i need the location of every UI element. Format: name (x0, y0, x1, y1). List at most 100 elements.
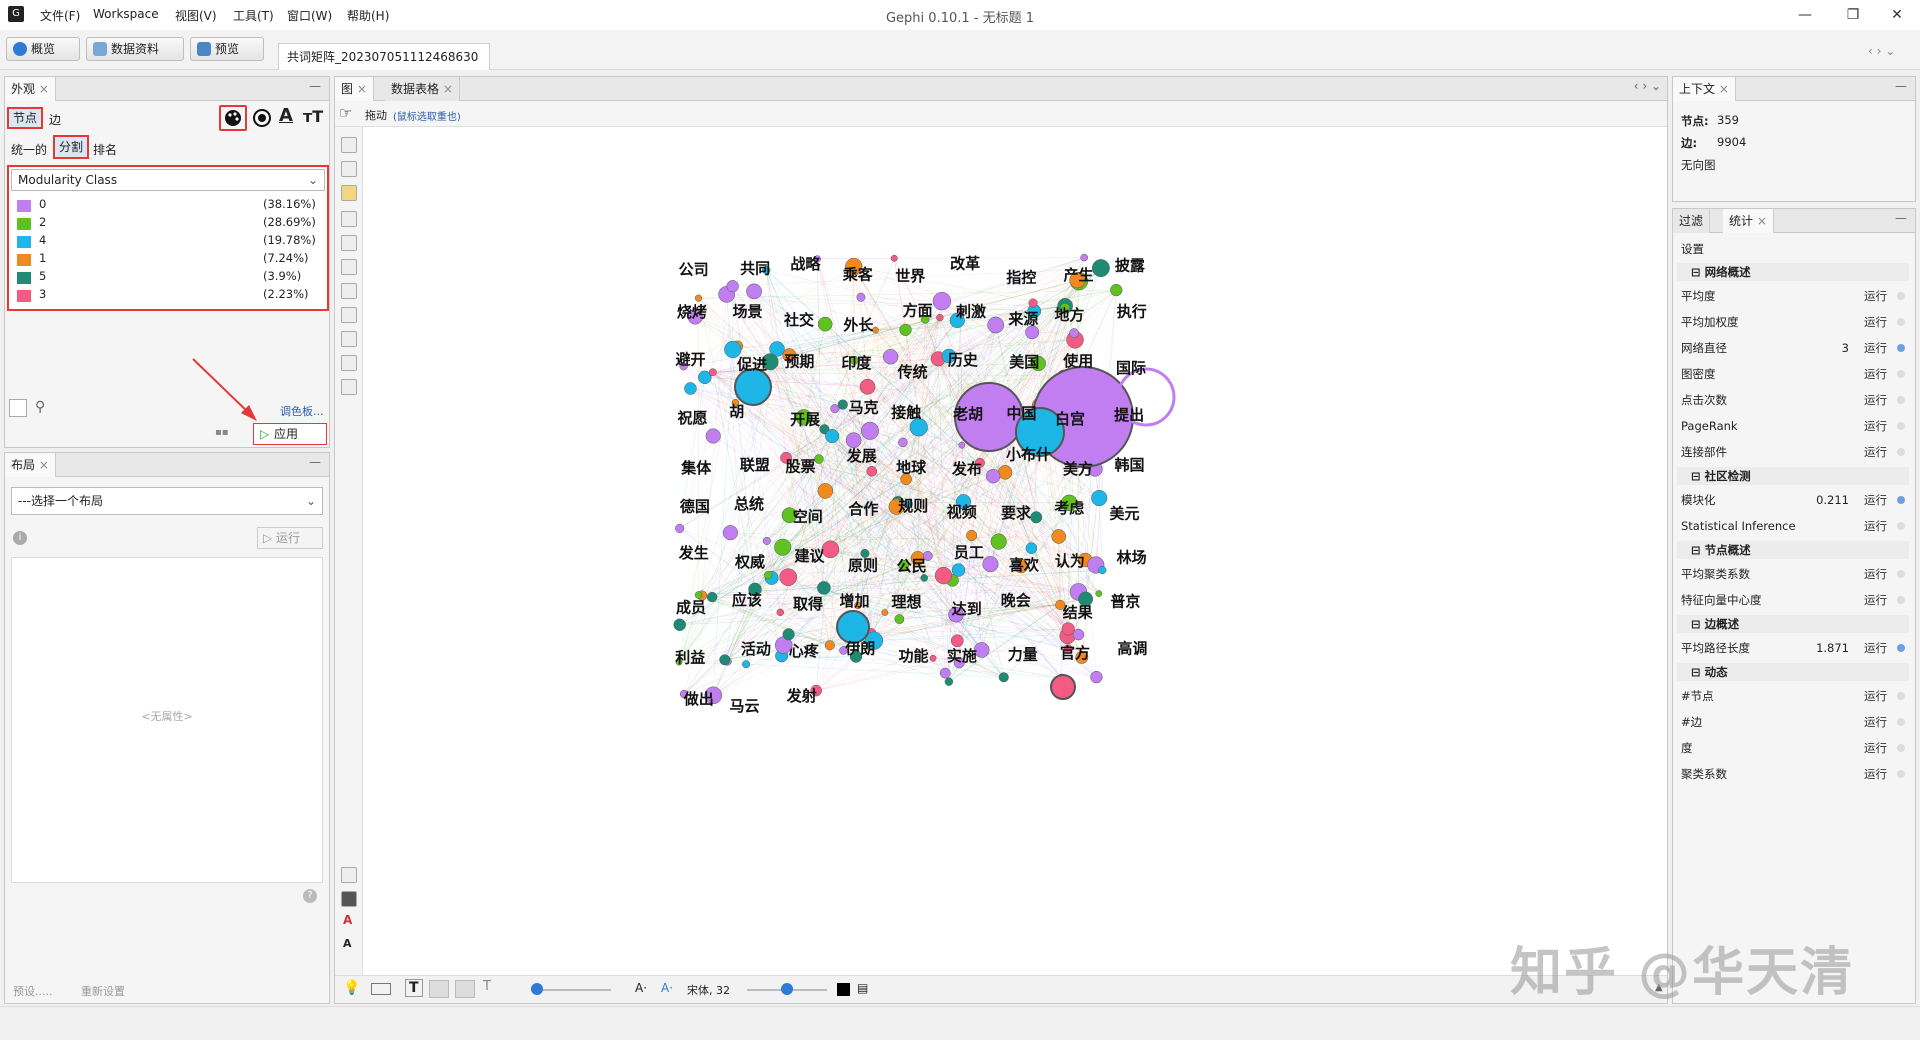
graph-node[interactable] (782, 628, 795, 641)
ranking-tab[interactable]: 排名 (93, 141, 117, 158)
text-color-icon[interactable]: A (343, 913, 352, 927)
graph-node[interactable] (966, 529, 978, 541)
stat-info-icon[interactable] (1897, 522, 1905, 530)
graph-node[interactable] (1072, 628, 1085, 641)
stat-info-icon[interactable] (1897, 570, 1905, 578)
background-color-icon[interactable] (341, 891, 357, 907)
label-size-thumb[interactable] (781, 983, 793, 995)
info-icon[interactable]: i (13, 531, 27, 545)
graph-node[interactable] (859, 378, 876, 395)
edge-scale-thumb[interactable] (531, 983, 543, 995)
graph-node[interactable] (1030, 511, 1043, 524)
minimize-panel-icon[interactable]: — (309, 79, 321, 93)
drag-tool-icon[interactable] (341, 185, 357, 201)
close-window-button[interactable]: ✕ (1882, 4, 1912, 26)
stat-run-button[interactable]: 运行 (1864, 709, 1887, 735)
graph-node[interactable] (982, 556, 999, 573)
menu-help[interactable]: 帮助(H) (347, 7, 389, 24)
class-color-swatch[interactable] (17, 236, 31, 248)
stat-run-button[interactable]: 运行 (1864, 387, 1887, 413)
stats-section-header[interactable]: ⊟ 节点概述 (1677, 541, 1909, 559)
nodes-tab[interactable]: 节点 (7, 107, 43, 129)
stats-section-header[interactable]: ⊟ 网络概述 (1677, 263, 1909, 281)
minimize-panel-icon[interactable]: — (1895, 79, 1907, 93)
rotate-tool-icon[interactable] (341, 307, 357, 323)
graph-node[interactable] (990, 533, 1007, 550)
stat-info-icon[interactable] (1897, 496, 1905, 504)
edge-scale-slider[interactable] (531, 989, 611, 991)
list-view-icon[interactable] (9, 399, 27, 417)
stat-run-button[interactable]: 运行 (1864, 587, 1887, 613)
stat-info-icon[interactable] (1897, 718, 1905, 726)
layout-tab[interactable]: 布局 × (5, 453, 56, 477)
class-color-swatch[interactable] (17, 218, 31, 230)
stat-info-icon[interactable] (1897, 396, 1905, 404)
graph-node[interactable] (944, 677, 954, 686)
palette-link[interactable]: 调色板... (280, 403, 324, 419)
graph-hub-node[interactable] (1050, 674, 1076, 700)
graph-node[interactable] (1091, 489, 1108, 507)
graph-node[interactable] (866, 466, 878, 477)
graph-node[interactable] (742, 660, 751, 669)
minimize-panel-icon[interactable]: — (309, 455, 321, 469)
menu-workspace[interactable]: Workspace (93, 7, 159, 21)
graph-node[interactable] (890, 254, 898, 262)
stat-info-icon[interactable] (1897, 596, 1905, 604)
graph-node[interactable] (939, 667, 951, 679)
font-size-up-icon[interactable]: A· (661, 981, 673, 995)
screenshot-icon[interactable] (371, 983, 391, 995)
class-color-swatch[interactable] (17, 200, 31, 212)
menu-tools[interactable]: 工具(T) (233, 7, 274, 24)
graph-node[interactable] (920, 574, 928, 582)
graph-node[interactable] (951, 563, 966, 577)
stat-info-icon[interactable] (1897, 292, 1905, 300)
brush-tool-icon[interactable] (341, 235, 357, 251)
graph-node[interactable] (1090, 670, 1103, 684)
graph-node[interactable] (673, 618, 686, 631)
stat-info-icon[interactable] (1897, 770, 1905, 778)
path-tool-icon[interactable] (341, 355, 357, 371)
graph-node[interactable] (1098, 565, 1107, 575)
graph-node[interactable] (708, 368, 717, 377)
graph-node[interactable] (932, 291, 952, 311)
graph-node[interactable] (985, 469, 1001, 484)
graph-node[interactable] (882, 349, 899, 365)
panel-nav-icon[interactable]: ‹ › ⌄ (1634, 79, 1661, 93)
label-color-icon[interactable]: A (279, 105, 293, 126)
graph-node[interactable] (824, 640, 835, 651)
stat-run-button[interactable]: 运行 (1864, 683, 1887, 709)
layout-run-button[interactable]: ▷ 运行 (257, 527, 323, 549)
partition-class-row[interactable]: 2 (28.69%) (13, 215, 323, 233)
class-color-swatch[interactable] (17, 272, 31, 284)
stat-run-button[interactable]: 运行 (1864, 561, 1887, 587)
pointer-tool-icon[interactable] (341, 211, 357, 227)
partition-class-row[interactable]: 4 (19.78%) (13, 233, 323, 251)
graph-node[interactable] (684, 382, 697, 395)
graph-node[interactable] (898, 437, 908, 448)
graph-node[interactable] (694, 294, 703, 302)
graph-node[interactable] (746, 283, 762, 300)
stat-run-button[interactable]: 运行 (1864, 635, 1887, 661)
stats-section-header[interactable]: ⊟ 边概述 (1677, 615, 1909, 633)
graph-node[interactable] (830, 404, 840, 414)
graph-node[interactable] (861, 421, 879, 440)
paint-tool-icon[interactable] (341, 283, 357, 299)
stats-section-header[interactable]: ⊟ 动态 (1677, 663, 1909, 681)
graph-node[interactable] (719, 654, 731, 666)
graph-node[interactable] (1110, 283, 1123, 297)
edge-tool-icon[interactable] (341, 331, 357, 347)
stat-info-icon[interactable] (1897, 318, 1905, 326)
overview-button[interactable]: 概览 (6, 37, 80, 61)
font-label[interactable]: 宋体, 32 (687, 982, 730, 998)
size-icon[interactable] (251, 107, 273, 129)
stat-run-button[interactable]: 运行 (1864, 283, 1887, 309)
stat-info-icon[interactable] (1897, 744, 1905, 752)
unique-tab[interactable]: 统一的 (11, 141, 47, 158)
heatmap-tool-icon[interactable] (341, 379, 357, 395)
stat-run-button[interactable]: 运行 (1864, 513, 1887, 539)
graph-node[interactable] (1028, 298, 1038, 308)
graph-node[interactable] (817, 316, 833, 332)
edges-tab[interactable]: 边 (49, 111, 61, 128)
graph-node[interactable] (825, 429, 840, 444)
graph-node[interactable] (1095, 590, 1103, 597)
